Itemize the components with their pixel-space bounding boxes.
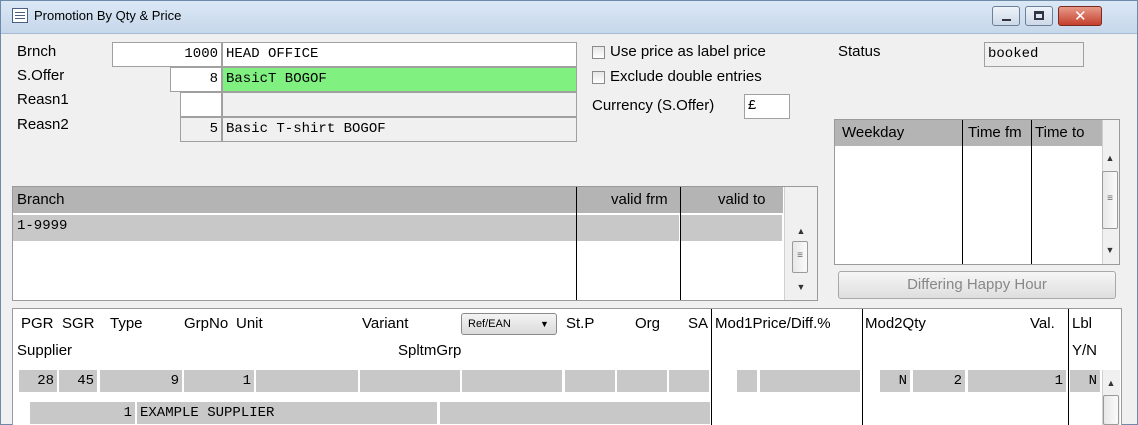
sa-col-header[interactable]: SA xyxy=(688,315,708,332)
item-grid-divider-3 xyxy=(1068,309,1069,425)
valid-frm-col-header[interactable]: valid frm xyxy=(611,191,668,208)
weekday-scroll-up-icon[interactable]: ▲ xyxy=(1102,153,1118,163)
row-sgr-cell[interactable]: 45 xyxy=(59,370,97,392)
reasn2-name-field: Basic T-shirt BOGOF xyxy=(222,117,577,142)
supplier-col-header[interactable]: Supplier xyxy=(17,342,72,359)
maximize-icon xyxy=(1034,11,1044,20)
weekday-col-header[interactable]: Weekday xyxy=(842,124,904,141)
row-sa-cell[interactable] xyxy=(669,370,709,392)
chevron-down-icon: ▼ xyxy=(540,319,549,329)
mod1-col-header[interactable]: Mod1Price/Diff.% xyxy=(715,315,831,332)
row-supplier-name-cell[interactable]: EXAMPLE SUPPLIER xyxy=(137,402,437,424)
status-field: booked xyxy=(984,42,1084,67)
row-variant-cell[interactable] xyxy=(360,370,460,392)
branch-row[interactable] xyxy=(13,215,576,241)
branch-col-header[interactable]: Branch xyxy=(17,191,65,208)
soffer-code-field[interactable]: 8 xyxy=(170,67,222,92)
branch-row-valid-frm[interactable] xyxy=(577,215,679,241)
scroll-up-icon[interactable]: ▲ xyxy=(793,226,809,236)
status-label: Status xyxy=(838,43,881,60)
item-scroll-thumb[interactable] xyxy=(1103,395,1119,425)
exclude-double-checkbox[interactable] xyxy=(592,71,605,84)
minimize-button[interactable] xyxy=(992,6,1020,26)
exclude-double-label: Exclude double entries xyxy=(610,68,762,85)
valid-col-divider xyxy=(680,187,681,300)
time-fm-col-header[interactable]: Time fm xyxy=(968,124,1022,141)
row-type-cell[interactable]: 9 xyxy=(100,370,182,392)
row-mod1-flag-cell[interactable] xyxy=(737,370,757,392)
val-col-header[interactable]: Val. xyxy=(1030,315,1055,332)
brnch-name-field[interactable]: HEAD OFFICE xyxy=(222,42,577,67)
window-title: Promotion By Qty & Price xyxy=(34,8,182,23)
row-unit-cell[interactable] xyxy=(256,370,358,392)
maximize-button[interactable] xyxy=(1025,6,1053,26)
close-icon: ✕ xyxy=(1074,7,1087,25)
scroll-grip-icon: ≡ xyxy=(797,250,803,261)
item-grid-divider-2 xyxy=(862,309,863,425)
reasn1-code-field[interactable] xyxy=(180,92,222,117)
brnch-label: Brnch xyxy=(17,43,57,60)
mod2-col-header[interactable]: Mod2Qty xyxy=(865,315,926,332)
currency-label: Currency (S.Offer) xyxy=(592,97,715,114)
brnch-code-field[interactable]: 1000 xyxy=(112,42,222,67)
item-grid-divider-1 xyxy=(711,309,712,425)
soffer-name-field[interactable]: BasicT BOGOF xyxy=(222,67,577,92)
valid-to-col-header[interactable]: valid to xyxy=(718,191,766,208)
grpno-col-header[interactable]: GrpNo xyxy=(184,315,228,332)
org-col-header[interactable]: Org xyxy=(635,315,660,332)
differing-happy-hour-button[interactable]: Differing Happy Hour xyxy=(838,271,1116,299)
weekday-scroll-down-icon[interactable]: ▼ xyxy=(1102,245,1118,255)
use-price-checkbox[interactable] xyxy=(592,46,605,59)
reasn1-name-field xyxy=(222,92,577,117)
lbl-col-header[interactable]: Lbl xyxy=(1072,315,1092,332)
yn-col-header[interactable]: Y/N xyxy=(1072,342,1097,359)
ref-ean-dropdown[interactable]: Ref/EAN ▼ xyxy=(461,313,557,335)
item-scroll-up-icon[interactable]: ▲ xyxy=(1103,378,1119,388)
close-button[interactable]: ✕ xyxy=(1058,6,1102,26)
unit-col-header[interactable]: Unit xyxy=(236,315,263,332)
minimize-icon xyxy=(1002,19,1011,21)
window-icon xyxy=(12,8,28,23)
variant-col-header[interactable]: Variant xyxy=(362,315,408,332)
type-col-header[interactable]: Type xyxy=(110,315,143,332)
row-mod2qty-cell[interactable]: 2 xyxy=(913,370,965,392)
row-spltmgrp-cell[interactable] xyxy=(440,402,710,424)
sgr-col-header[interactable]: SGR xyxy=(62,315,95,332)
branch-row-valid-to[interactable] xyxy=(681,215,782,241)
reasn2-label: Reasn2 xyxy=(17,116,69,133)
row-mod2-cell[interactable]: N xyxy=(880,370,910,392)
branch-col-divider xyxy=(576,187,577,300)
row-mod1-cell[interactable] xyxy=(760,370,860,392)
row-supplier-no-cell[interactable]: 1 xyxy=(30,402,135,424)
row-ref-ean-cell[interactable] xyxy=(462,370,562,392)
reasn1-label: Reasn1 xyxy=(17,91,69,108)
row-grpno-cell[interactable]: 1 xyxy=(184,370,254,392)
soffer-label: S.Offer xyxy=(17,67,65,84)
branch-row-value: 1-9999 xyxy=(17,218,68,234)
stp-col-header[interactable]: St.P xyxy=(566,315,594,332)
weekday-col-divider xyxy=(962,120,963,264)
reasn2-code-field[interactable]: 5 xyxy=(180,117,222,142)
scroll-down-icon[interactable]: ▼ xyxy=(793,282,809,292)
row-stp-cell[interactable] xyxy=(565,370,615,392)
time-to-col-header[interactable]: Time to xyxy=(1035,124,1084,141)
currency-field[interactable]: £ xyxy=(744,94,790,119)
pgr-col-header[interactable]: PGR xyxy=(21,315,54,332)
row-val-cell[interactable]: 1 xyxy=(968,370,1066,392)
row-lbl-cell[interactable]: N xyxy=(1070,370,1100,392)
ref-ean-value: Ref/EAN xyxy=(468,318,511,330)
weekday-scroll-grip-icon: ≡ xyxy=(1107,193,1113,204)
row-org-cell[interactable] xyxy=(617,370,667,392)
row-pgr-cell[interactable]: 28 xyxy=(19,370,57,392)
use-price-label: Use price as label price xyxy=(610,43,766,60)
time-col-divider xyxy=(1031,120,1032,264)
spltmgrp-col-header[interactable]: SpltmGrp xyxy=(398,342,461,359)
